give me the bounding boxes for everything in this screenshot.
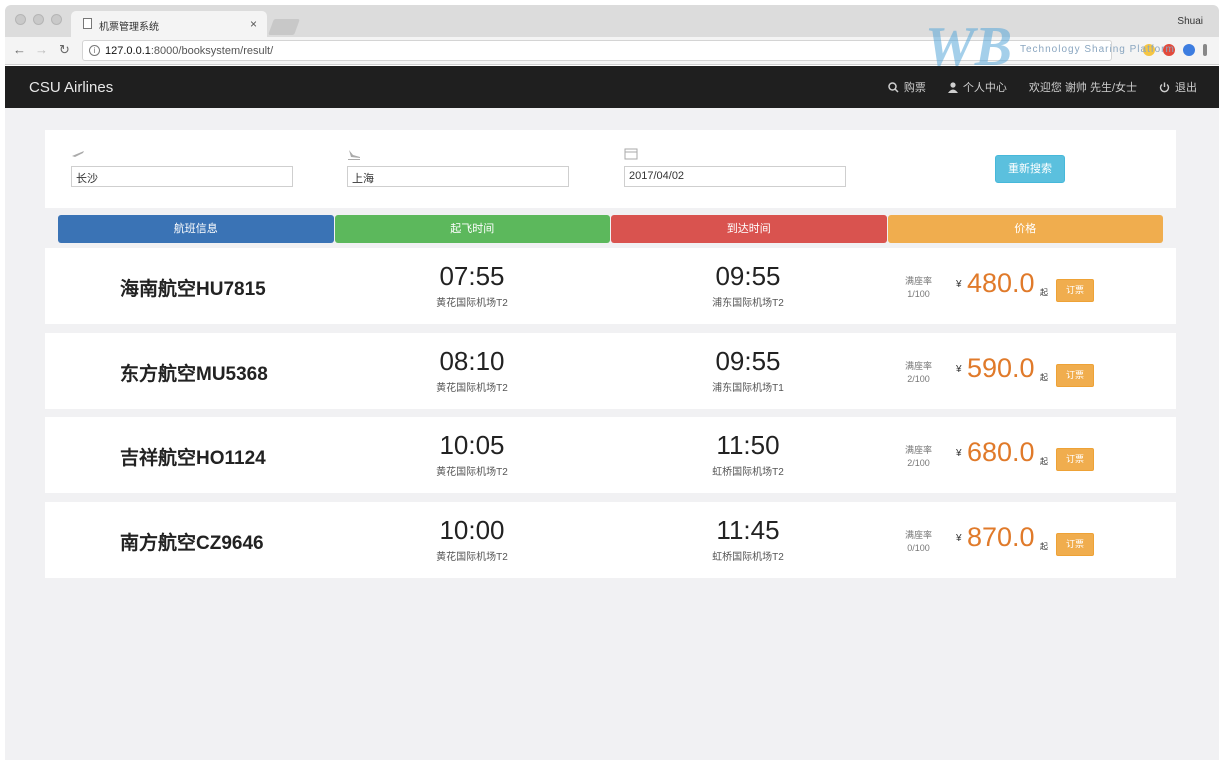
origin-input[interactable]: 长沙 [71, 166, 293, 187]
arrival-time: 09:55 [715, 261, 781, 291]
tab-close-button[interactable]: × [250, 17, 257, 31]
header-flight-info: 航班信息 [58, 215, 334, 243]
departure-col: 08:10 黄花国际机场T2 [382, 346, 562, 394]
book-button[interactable]: 订票 [1056, 448, 1094, 471]
url-path: :8000/booksystem/result/ [150, 45, 274, 57]
info-icon[interactable]: i [89, 45, 100, 56]
watermark: WB Technology Sharing Platform [915, 10, 1215, 90]
price-from-label: 起 [1040, 288, 1048, 297]
occupancy-value: 2/100 [907, 458, 930, 468]
flight-name: 东方航空MU5368 [120, 364, 268, 385]
departure-time: 07:55 [439, 261, 505, 291]
occupancy-value: 2/100 [907, 374, 930, 384]
price: 870.0 [967, 522, 1035, 552]
currency-symbol: ¥ [956, 533, 962, 544]
date-field-group: 2017/04/02 [624, 148, 846, 187]
plane-landing-icon [348, 150, 360, 160]
arrival-time: 11:50 [716, 430, 780, 460]
reload-icon[interactable]: ↻ [59, 42, 70, 58]
currency-symbol: ¥ [956, 448, 962, 459]
search-panel: 长沙 上海 2017/04/02 重新搜索 [45, 130, 1176, 208]
re-search-button[interactable]: 重新搜索 [995, 155, 1065, 183]
departure-airport: 黄花国际机场T2 [436, 383, 508, 394]
arrival-airport: 虹桥国际机场T2 [712, 552, 784, 563]
departure-airport: 黄花国际机场T2 [436, 298, 508, 309]
departure-col: 07:55 黄花国际机场T2 [382, 261, 562, 309]
header-price: 价格 [887, 215, 1163, 243]
date-input[interactable]: 2017/04/02 [624, 166, 846, 187]
arrival-col: 11:45 虹桥国际机场T2 [658, 515, 838, 563]
arrival-col: 09:55 浦东国际机场T1 [658, 346, 838, 394]
price: 590.0 [967, 353, 1035, 383]
tab-title: 机票管理系统 [99, 22, 159, 33]
flight-name: 南方航空CZ9646 [120, 533, 264, 554]
flight-row: 海南航空HU7815 07:55 黄花国际机场T2 09:55 浦东国际机场T2… [45, 248, 1176, 324]
occupancy-label: 满座率 [905, 361, 933, 371]
occupancy-label: 满座率 [905, 445, 933, 455]
book-button[interactable]: 订票 [1056, 533, 1094, 556]
arrival-airport: 虹桥国际机场T2 [712, 467, 784, 478]
flight-name: 海南航空HU7815 [120, 279, 266, 300]
destination-input[interactable]: 上海 [347, 166, 569, 187]
arrival-col: 11:50 虹桥国际机场T2 [658, 430, 838, 478]
page-content: 长沙 上海 2017/04/02 重新搜索 航班信息 起飞时间 到达时间 价格 … [5, 108, 1219, 760]
flight-row: 吉祥航空HO1124 10:05 黄花国际机场T2 11:50 虹桥国际机场T2… [45, 417, 1176, 493]
destination-field-group: 上海 [347, 148, 569, 187]
url-host: 127.0.0.1 [105, 45, 151, 57]
column-headers: 航班信息 起飞时间 到达时间 价格 [58, 215, 1163, 243]
departure-time: 08:10 [439, 346, 505, 376]
forward-arrow-icon[interactable]: → [35, 42, 48, 57]
occupancy-label: 满座率 [905, 530, 933, 540]
occupancy: 满座率 2/100 [905, 444, 932, 470]
brand-logo[interactable]: CSU Airlines [29, 79, 113, 96]
plane-takeoff-icon [72, 151, 84, 157]
price-from-label: 起 [1040, 373, 1048, 382]
departure-airport: 黄花国际机场T2 [436, 552, 508, 563]
currency-symbol: ¥ [956, 279, 962, 290]
currency-symbol: ¥ [956, 364, 962, 375]
price-from-label: 起 [1040, 542, 1048, 551]
arrival-time: 09:55 [715, 346, 781, 376]
new-tab-button[interactable] [268, 19, 300, 35]
departure-col: 10:05 黄花国际机场T2 [382, 430, 562, 478]
book-button[interactable]: 订票 [1056, 364, 1094, 387]
flight-row: 东方航空MU5368 08:10 黄花国际机场T2 09:55 浦东国际机场T1… [45, 333, 1176, 409]
occupancy: 满座率 0/100 [905, 529, 932, 555]
arrival-col: 09:55 浦东国际机场T2 [658, 261, 838, 309]
occupancy-value: 0/100 [907, 543, 930, 553]
header-departure-time: 起飞时间 [334, 215, 610, 243]
price: 480.0 [967, 268, 1035, 298]
arrival-airport: 浦东国际机场T1 [712, 383, 784, 394]
price: 680.0 [967, 437, 1035, 467]
occupancy: 满座率 2/100 [905, 360, 932, 386]
arrival-time: 11:45 [716, 515, 780, 545]
origin-field-group: 长沙 [71, 148, 293, 187]
maximize-window-button[interactable] [51, 14, 62, 25]
departure-col: 10:00 黄花国际机场T2 [382, 515, 562, 563]
close-window-button[interactable] [15, 14, 26, 25]
calendar-icon [624, 148, 638, 160]
search-icon [888, 81, 899, 93]
departure-time: 10:00 [439, 515, 505, 545]
departure-airport: 黄花国际机场T2 [436, 467, 508, 478]
price-from-label: 起 [1040, 457, 1048, 466]
document-icon [83, 18, 92, 29]
svg-text:WB: WB [925, 16, 1012, 78]
back-arrow-icon[interactable]: ← [13, 42, 26, 57]
occupancy-label: 满座率 [905, 276, 933, 286]
occupancy-value: 1/100 [907, 289, 930, 299]
minimize-window-button[interactable] [33, 14, 44, 25]
flight-row: 南方航空CZ9646 10:00 黄花国际机场T2 11:45 虹桥国际机场T2… [45, 502, 1176, 578]
header-arrival-time: 到达时间 [611, 215, 887, 243]
occupancy: 满座率 1/100 [905, 275, 932, 301]
departure-time: 10:05 [439, 430, 505, 460]
book-button[interactable]: 订票 [1056, 279, 1094, 302]
flight-name: 吉祥航空HO1124 [120, 448, 266, 469]
window-controls [15, 14, 62, 25]
svg-text:Technology Sharing Platform: Technology Sharing Platform [1020, 44, 1175, 55]
browser-tab[interactable]: 机票管理系统 × [71, 11, 267, 37]
arrival-airport: 浦东国际机场T2 [712, 298, 784, 309]
